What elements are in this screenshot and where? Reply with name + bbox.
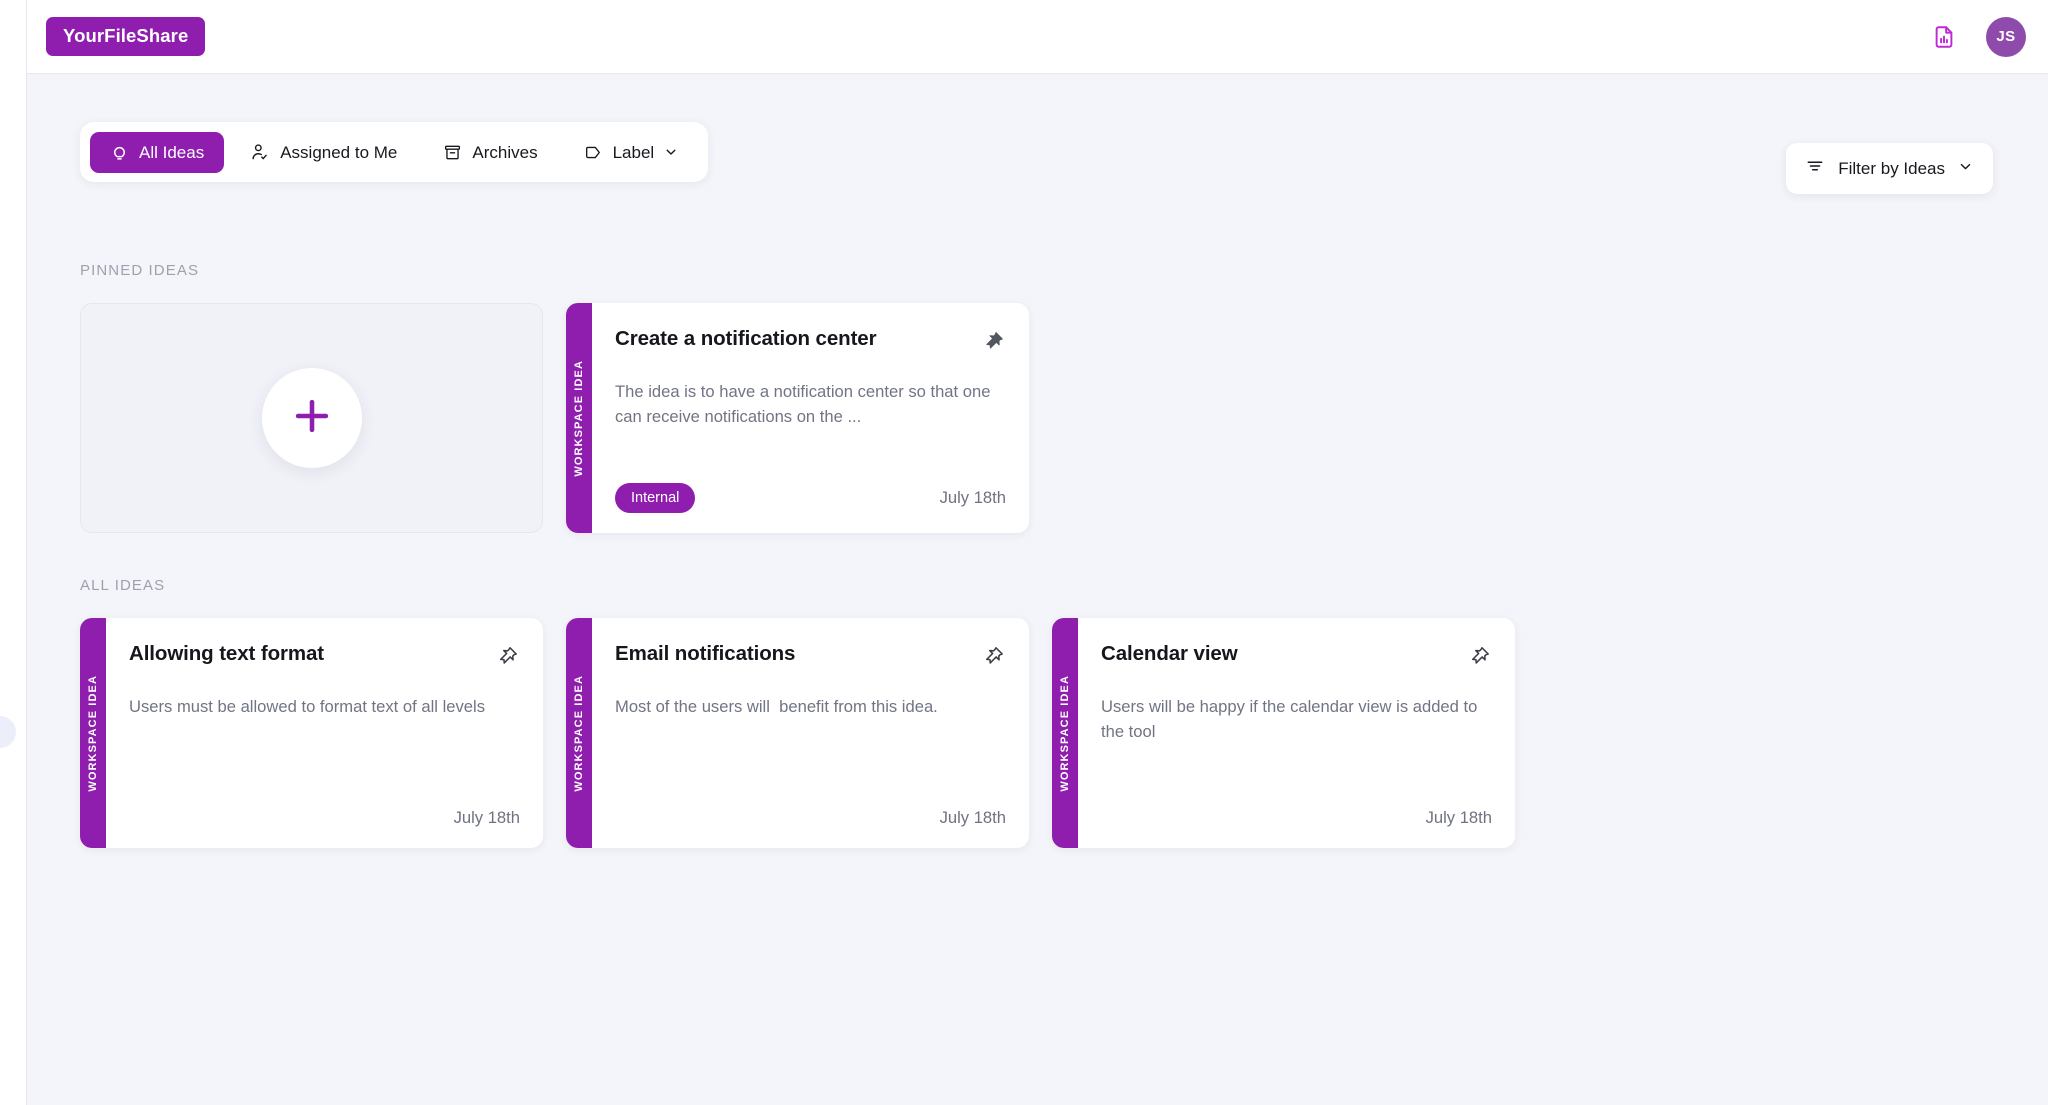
- card-footer: Internal July 18th: [615, 483, 1006, 514]
- pinned-ideas-section: PINNED IDEAS: [27, 262, 2048, 533]
- card-description: Most of the users will benefit from this…: [615, 695, 1006, 720]
- tab-label[interactable]: Label: [564, 132, 699, 173]
- card-header: Email notifications: [615, 642, 1006, 669]
- pin-outline-icon[interactable]: [494, 643, 520, 669]
- toolbar-row: All Ideas Assigned to Me: [27, 122, 2048, 194]
- card-title: Allowing text format: [129, 642, 324, 667]
- filter-by-ideas-button[interactable]: Filter by Ideas: [1786, 143, 1993, 194]
- card-category-strip: WORKSPACE IDEA: [566, 618, 592, 848]
- app-root: YourFileShare JS: [0, 0, 2048, 1105]
- card-footer: July 18th: [1101, 808, 1492, 828]
- tab-archives[interactable]: Archives: [423, 132, 557, 173]
- card-date: July 18th: [940, 808, 1006, 828]
- card-footer: July 18th: [615, 808, 1006, 828]
- rail-decoration-circle: [0, 716, 16, 748]
- idea-card[interactable]: WORKSPACE IDEA Calendar view: [1052, 618, 1515, 848]
- archive-icon: [443, 143, 462, 162]
- filter-by-ideas-label: Filter by Ideas: [1838, 159, 1945, 179]
- card-badge: Internal: [615, 483, 695, 514]
- all-ideas-row: WORKSPACE IDEA Allowing text format: [27, 618, 2048, 848]
- all-ideas-section: ALL IDEAS WORKSPACE IDEA Allowing text f…: [27, 577, 2048, 848]
- chevron-down-icon: [1958, 159, 1973, 179]
- pinned-ideas-row: WORKSPACE IDEA Create a notification cen…: [27, 303, 2048, 533]
- lightbulb-icon: [110, 143, 129, 162]
- card-footer: July 18th: [129, 808, 520, 828]
- chevron-down-icon: [664, 145, 678, 159]
- tab-bar: All Ideas Assigned to Me: [80, 122, 708, 182]
- app-logo[interactable]: YourFileShare: [46, 17, 205, 56]
- card-body: Email notifications Most of the users wi…: [592, 618, 1029, 848]
- left-rail: [0, 0, 27, 1105]
- plus-icon: [286, 390, 338, 447]
- card-category-label: WORKSPACE IDEA: [573, 675, 585, 792]
- user-avatar[interactable]: JS: [1986, 17, 2026, 57]
- content-area: All Ideas Assigned to Me: [27, 74, 2048, 1105]
- card-category-strip: WORKSPACE IDEA: [566, 303, 592, 533]
- all-ideas-heading: ALL IDEAS: [27, 577, 2048, 594]
- card-header: Allowing text format: [129, 642, 520, 669]
- card-header: Create a notification center: [615, 327, 1006, 354]
- pin-outline-icon[interactable]: [980, 643, 1006, 669]
- card-category-label: WORKSPACE IDEA: [1059, 675, 1071, 792]
- add-idea-card[interactable]: [80, 303, 543, 533]
- pinned-ideas-heading: PINNED IDEAS: [27, 262, 2048, 279]
- card-description: Users will be happy if the calendar view…: [1101, 695, 1492, 744]
- user-check-icon: [250, 142, 270, 162]
- card-body: Create a notification center The idea is…: [592, 303, 1029, 533]
- card-date: July 18th: [454, 808, 520, 828]
- tab-all-ideas-label: All Ideas: [139, 144, 204, 161]
- tag-icon: [584, 143, 603, 162]
- card-title: Calendar view: [1101, 642, 1238, 667]
- idea-card[interactable]: WORKSPACE IDEA Email notifications: [566, 618, 1029, 848]
- idea-card[interactable]: WORKSPACE IDEA Allowing text format: [80, 618, 543, 848]
- top-bar: YourFileShare JS: [27, 0, 2048, 74]
- tab-label-text: Label: [613, 144, 655, 161]
- card-category-label: WORKSPACE IDEA: [573, 360, 585, 477]
- card-description: The idea is to have a notification cente…: [615, 380, 1006, 429]
- tab-all-ideas[interactable]: All Ideas: [90, 132, 224, 173]
- card-body: Calendar view Users will be happy if the…: [1078, 618, 1515, 848]
- filter-icon: [1805, 156, 1825, 181]
- pin-outline-icon[interactable]: [1466, 643, 1492, 669]
- card-date: July 18th: [940, 488, 1006, 508]
- card-category-strip: WORKSPACE IDEA: [80, 618, 106, 848]
- tab-assigned-to-me[interactable]: Assigned to Me: [230, 131, 417, 173]
- pin-filled-icon[interactable]: [980, 328, 1006, 354]
- card-body: Allowing text format Users must be allow…: [106, 618, 543, 848]
- card-header: Calendar view: [1101, 642, 1492, 669]
- card-title: Email notifications: [615, 642, 795, 667]
- card-category-label: WORKSPACE IDEA: [87, 675, 99, 792]
- top-bar-actions: JS: [1929, 17, 2026, 57]
- tab-archives-label: Archives: [472, 144, 537, 161]
- card-title: Create a notification center: [615, 327, 877, 352]
- tab-assigned-to-me-label: Assigned to Me: [280, 144, 397, 161]
- document-chart-icon[interactable]: [1929, 22, 1959, 52]
- idea-card[interactable]: WORKSPACE IDEA Create a notification cen…: [566, 303, 1029, 533]
- card-description: Users must be allowed to format text of …: [129, 695, 520, 720]
- add-idea-circle: [262, 368, 362, 468]
- main-column: YourFileShare JS: [27, 0, 2048, 1105]
- card-date: July 18th: [1426, 808, 1492, 828]
- card-category-strip: WORKSPACE IDEA: [1052, 618, 1078, 848]
